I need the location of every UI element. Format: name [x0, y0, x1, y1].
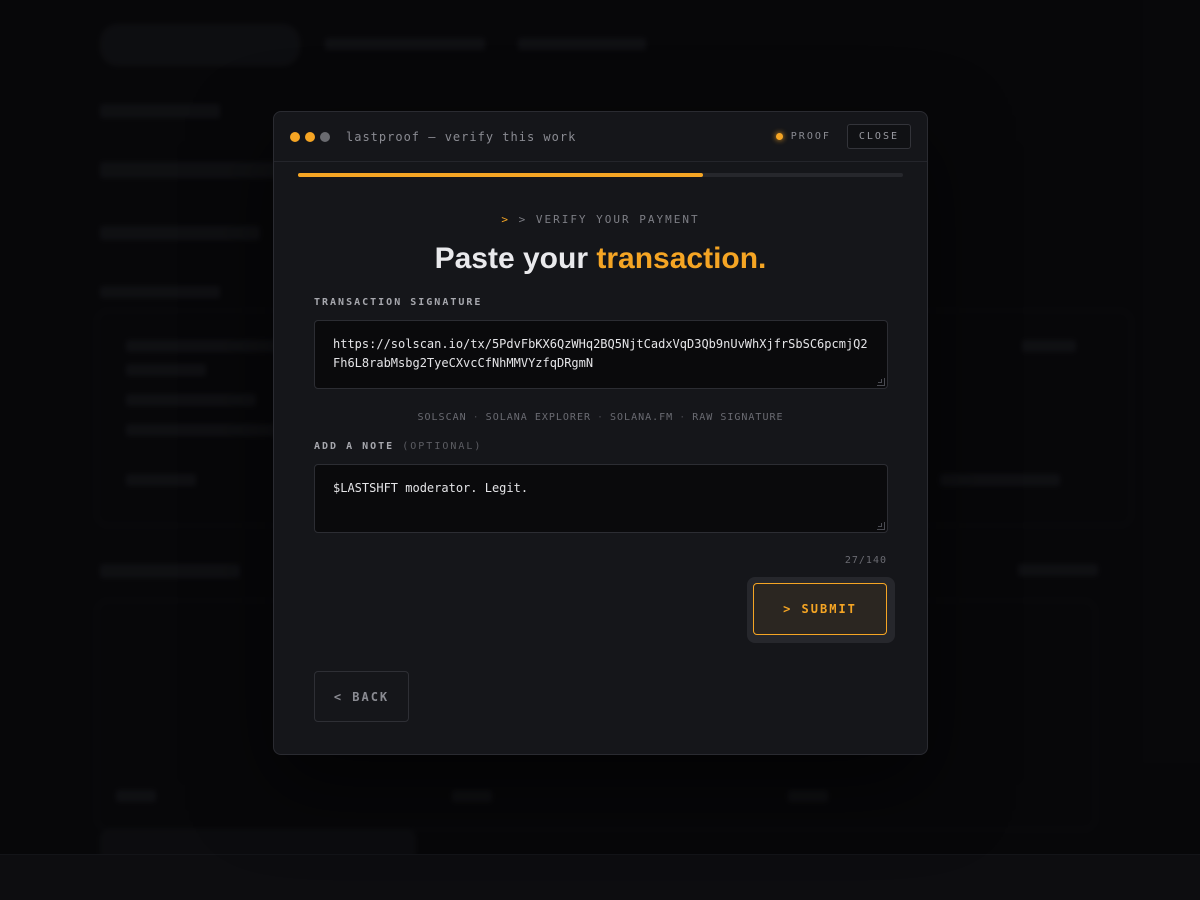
resize-handle-icon[interactable]: [877, 522, 885, 530]
page-title: Paste your transaction.: [274, 242, 927, 276]
note-textarea[interactable]: $LASTSHFT moderator. Legit.: [314, 464, 888, 533]
close-button[interactable]: CLOSE: [846, 124, 911, 149]
status-dot-icon: [775, 133, 783, 140]
step-eyebrow-text: > VERIFY YOUR PAYMENT: [518, 213, 700, 226]
separator: ·: [596, 412, 605, 423]
signature-value: https://solscan.io/tx/5PdvFbKX6QzWHq2BQ5…: [333, 337, 868, 370]
separator: ·: [679, 412, 687, 423]
signature-label: TRANSACTION SIGNATURE: [314, 297, 483, 308]
source-solana-explorer[interactable]: SOLANA EXPLORER: [486, 412, 591, 423]
signature-textarea[interactable]: https://solscan.io/tx/5PdvFbKX6QzWHq2BQ5…: [314, 320, 888, 389]
window-dot-icon: [305, 131, 315, 142]
back-button[interactable]: < BACK: [314, 671, 409, 722]
window-titlebar: lastproof — verify this work PROOF CLOSE: [274, 112, 927, 162]
verify-dialog: lastproof — verify this work PROOF CLOSE…: [273, 111, 928, 755]
note-label: ADD A NOTE (OPTIONAL): [314, 441, 482, 452]
headline-plain: Paste your: [434, 242, 597, 275]
window-dot-icon: [320, 131, 330, 142]
note-label-text: ADD A NOTE: [314, 441, 395, 452]
separator: ·: [472, 412, 480, 423]
resize-handle-icon[interactable]: [877, 378, 885, 386]
bottom-bar: [0, 854, 1200, 900]
window-dot-icon: [290, 131, 300, 142]
progress-bar: [298, 173, 903, 177]
window-controls: [290, 131, 330, 142]
step-eyebrow: > > VERIFY YOUR PAYMENT: [274, 213, 927, 226]
submit-button[interactable]: > SUBMIT: [753, 583, 887, 635]
proof-label: PROOF: [790, 131, 831, 142]
headline-accent: transaction.: [596, 242, 767, 275]
source-solana-fm[interactable]: SOLANA.FM: [610, 412, 673, 423]
note-value: $LASTSHFT moderator. Legit.: [333, 481, 529, 495]
source-raw-signature[interactable]: RAW SIGNATURE: [692, 412, 783, 423]
chevron-icon: >: [501, 213, 510, 226]
submit-button-frame: > SUBMIT: [747, 577, 895, 643]
signature-sources: SOLSCAN · SOLANA EXPLORER · SOLANA.FM · RAW SI…: [274, 412, 927, 423]
proof-status: PROOF: [775, 131, 831, 142]
source-solscan[interactable]: SOLSCAN: [417, 412, 466, 423]
note-char-counter: 27/140: [844, 555, 887, 566]
window-title: lastproof — verify this work: [346, 129, 577, 144]
note-optional: (OPTIONAL): [402, 441, 483, 452]
progress-fill: [298, 173, 704, 177]
